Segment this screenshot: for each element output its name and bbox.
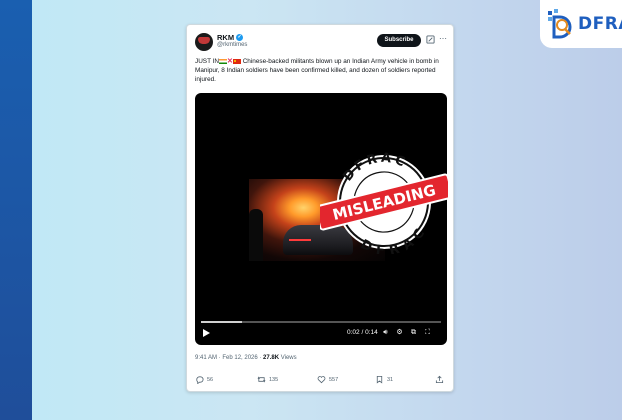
tweet-text: JUST IN ✕ Chinese-backed militants blown … — [195, 57, 447, 84]
repost-count: 135 — [269, 376, 279, 383]
reply-count: 56 — [207, 376, 214, 383]
play-icon[interactable] — [203, 329, 210, 337]
dfrac-logo: DFRA — [540, 0, 622, 48]
avatar[interactable] — [195, 33, 213, 51]
more-options-icon[interactable]: ⋯ — [439, 34, 447, 43]
views-count: 27.8K — [263, 355, 280, 361]
volume-icon[interactable]: 🔊︎ — [381, 328, 390, 337]
share-button[interactable] — [435, 375, 444, 384]
bookmark-count: 31 — [387, 376, 394, 383]
verified-badge-icon: ✓ — [236, 34, 244, 41]
video-time: 0:02 / 0:14 — [347, 329, 378, 336]
dfrac-logo-mark — [546, 7, 576, 41]
heart-icon — [317, 376, 326, 384]
india-flag-icon — [219, 58, 228, 65]
grok-icon[interactable] — [426, 35, 435, 44]
picture-in-picture-icon[interactable]: ⧉ — [409, 328, 418, 337]
share-icon — [435, 375, 444, 384]
views-label: Views — [280, 355, 297, 361]
display-name-text: RKM — [217, 33, 235, 42]
video-progress-fill — [201, 321, 242, 323]
dfrac-logo-text: DFRA — [578, 14, 622, 34]
tree-silhouette — [249, 209, 263, 261]
china-flag-icon — [232, 58, 241, 65]
misleading-stamp: DFRAC DFRAC MISLEADING — [320, 150, 448, 254]
tweet-text-prefix: JUST IN — [195, 58, 220, 66]
tweet-timestamp[interactable]: 9:41 AM · Feb 12, 2026 · — [195, 355, 261, 361]
user-display-name[interactable]: RKM ✓ — [217, 33, 244, 42]
bookmark-button[interactable]: 31 — [375, 375, 393, 384]
repost-button[interactable]: 135 — [257, 375, 278, 384]
reply-icon — [196, 376, 204, 384]
user-handle[interactable]: @rkmtimes — [217, 42, 247, 48]
like-count: 557 — [329, 376, 339, 383]
left-accent-band — [0, 0, 32, 420]
bookmark-icon — [376, 375, 383, 384]
tweet-metadata: 9:41 AM · Feb 12, 2026 · 27.8K Views — [195, 355, 297, 361]
fullscreen-icon[interactable]: ⛶ — [423, 328, 432, 337]
tweet-actions: 56 135 557 31 — [187, 375, 455, 387]
like-button[interactable]: 557 — [317, 375, 338, 384]
settings-gear-icon[interactable]: ⚙︎ — [395, 328, 404, 337]
video-controls: 0:02 / 0:14 🔊︎ ⚙︎ ⧉ ⛶ — [195, 327, 447, 341]
subscribe-button[interactable]: Subscribe — [377, 34, 421, 47]
video-progress-bar[interactable] — [201, 321, 441, 323]
reply-button[interactable]: 56 — [195, 375, 213, 384]
repost-icon — [257, 376, 266, 383]
